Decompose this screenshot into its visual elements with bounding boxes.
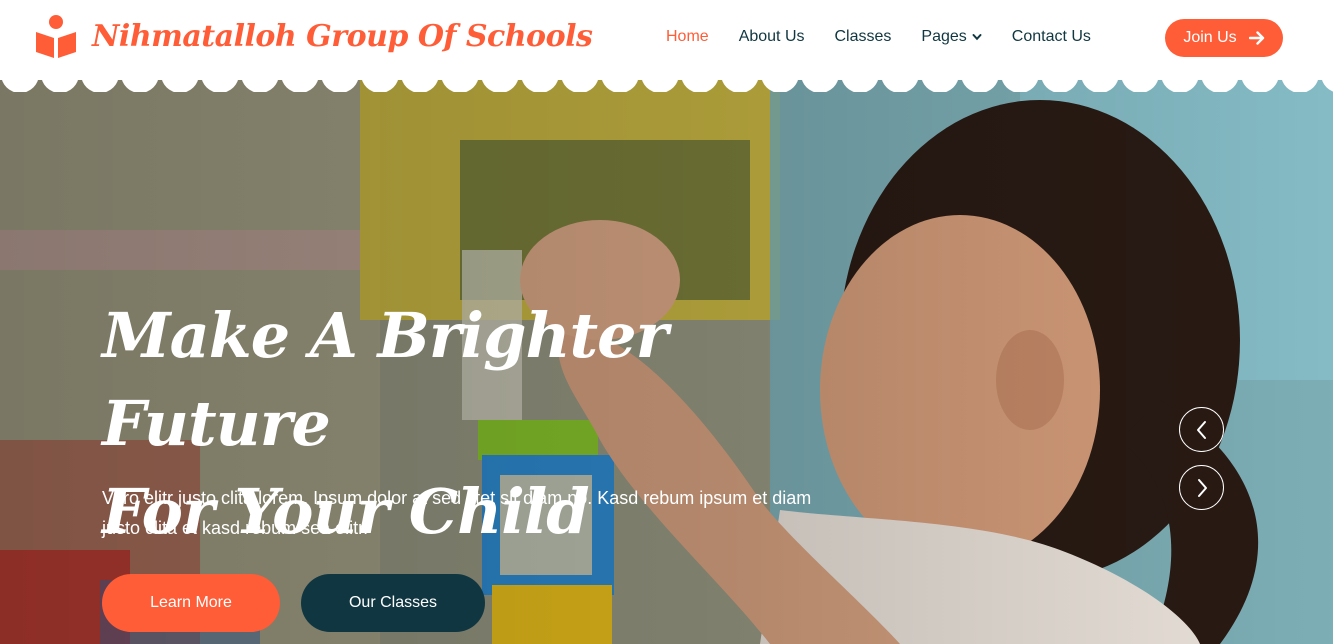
our-classes-button[interactable]: Our Classes bbox=[301, 574, 485, 632]
learn-more-button[interactable]: Learn More bbox=[102, 574, 280, 632]
brand[interactable]: Nihmatalloh Group Of Schools bbox=[36, 14, 593, 58]
nav-pages-dropdown[interactable]: Pages bbox=[921, 28, 982, 46]
hero-carousel: Make A Brighter Future For Your Child Ve… bbox=[0, 80, 1333, 644]
nav-classes[interactable]: Classes bbox=[835, 28, 892, 46]
chevron-right-icon bbox=[1197, 478, 1207, 497]
brand-name: Nihmatalloh Group Of Schools bbox=[92, 18, 593, 54]
carousel-next-button[interactable] bbox=[1179, 465, 1224, 510]
join-us-label: Join Us bbox=[1183, 29, 1237, 46]
hero-title-line-1: Make A Brighter Future bbox=[102, 299, 668, 460]
chevron-down-icon bbox=[972, 34, 982, 41]
nav-home[interactable]: Home bbox=[666, 28, 709, 46]
hero-description: Vero elitr justo clita lorem. Ipsum dolo… bbox=[102, 488, 812, 538]
nav-contact-us[interactable]: Contact Us bbox=[1012, 28, 1091, 46]
nav-pages-label: Pages bbox=[921, 28, 967, 45]
carousel-prev-button[interactable] bbox=[1179, 407, 1224, 452]
navbar: Nihmatalloh Group Of Schools Home About … bbox=[0, 0, 1333, 80]
chevron-left-icon bbox=[1196, 420, 1206, 439]
main-nav: Home About Us Classes Pages Contact Us bbox=[666, 28, 1121, 46]
arrow-right-icon bbox=[1248, 31, 1264, 45]
book-reader-icon bbox=[36, 15, 76, 58]
nav-about-us[interactable]: About Us bbox=[739, 28, 805, 46]
join-us-button[interactable]: Join Us bbox=[1165, 19, 1283, 57]
